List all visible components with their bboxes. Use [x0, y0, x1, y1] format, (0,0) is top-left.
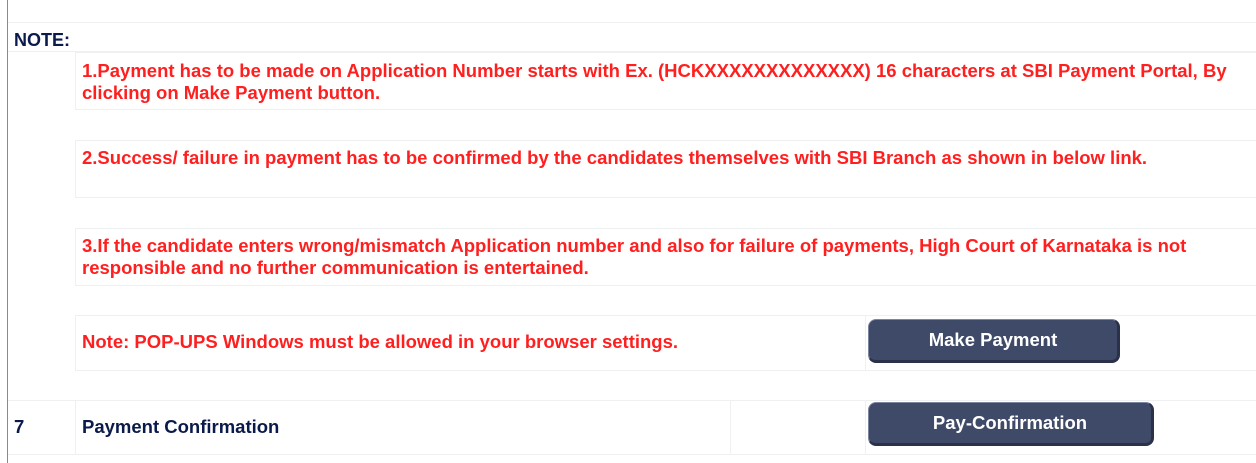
popup-warning-text: Note: POP-UPS Windows must be allowed in… [82, 331, 679, 352]
row-empty-cell [730, 400, 865, 455]
pay-confirmation-button[interactable]: Pay-Confirmation [868, 402, 1154, 446]
row-number: 7 [14, 416, 25, 437]
panel-left-border [7, 0, 8, 463]
payment-confirmation-title: Payment Confirmation [82, 416, 280, 437]
note-point-3: 3.If the candidate enters wrong/mismatch… [82, 235, 1187, 278]
payment-notes-panel: NOTE: 1.Payment has to be made on Applic… [0, 0, 1256, 463]
make-payment-button[interactable]: Make Payment [868, 319, 1120, 363]
note-heading: NOTE: [14, 30, 70, 50]
note-point-1: 1.Payment has to be made on Application … [82, 60, 1227, 103]
note-point-2: 2.Success/ failure in payment has to be … [82, 147, 1148, 168]
note-heading-cell [8, 22, 1256, 52]
